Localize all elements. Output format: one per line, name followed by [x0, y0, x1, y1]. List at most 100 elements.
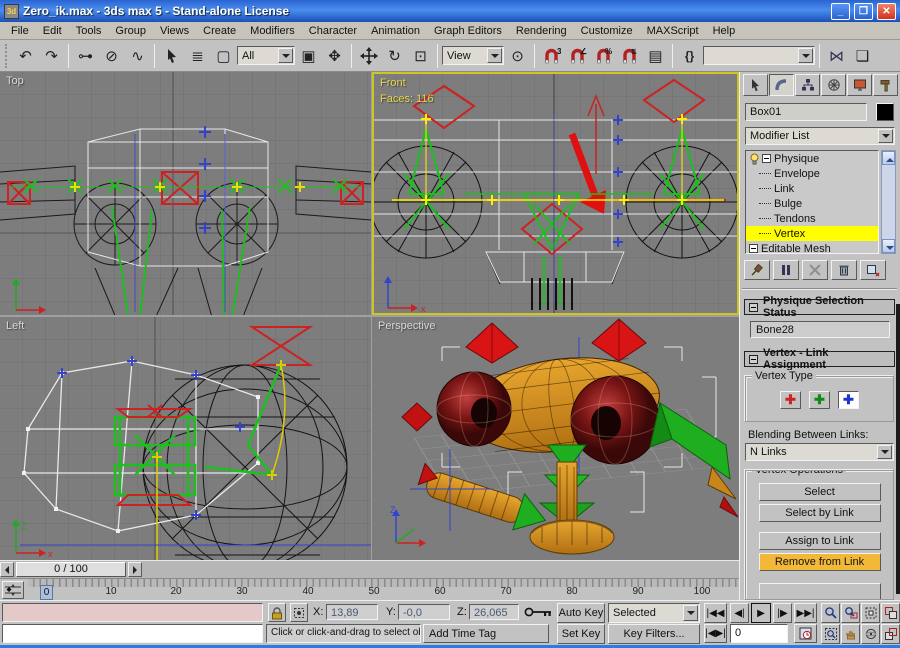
configure-modifier-sets-button[interactable]	[860, 260, 886, 280]
rollout-vertex-link-assignment[interactable]: Vertex - Link Assignment	[744, 351, 895, 367]
light-bulb-icon[interactable]	[749, 153, 760, 165]
selection-filter-dropdown[interactable]: All	[237, 46, 295, 65]
go-to-start-button[interactable]: |◀◀	[704, 603, 727, 623]
stack-item-physique[interactable]: Physique	[746, 151, 878, 166]
mirror-icon[interactable]: ⋈	[824, 43, 849, 69]
red-vertex-type-button[interactable]: ✚	[780, 391, 801, 409]
previous-frame-button[interactable]: ◀|	[730, 603, 749, 623]
spinner-snap-icon[interactable]: ⇅	[617, 43, 642, 69]
go-to-end-button[interactable]: ▶▶|	[794, 603, 817, 623]
menu-file[interactable]: File	[4, 24, 36, 38]
align-icon[interactable]: ❏	[850, 43, 875, 69]
viewport-top[interactable]: Top	[0, 72, 371, 315]
menu-rendering[interactable]: Rendering	[509, 24, 574, 38]
viewport-perspective-label[interactable]: Perspective	[378, 320, 435, 332]
percent-snap-icon[interactable]: %	[591, 43, 616, 69]
time-slider-next-icon[interactable]	[128, 562, 142, 577]
add-time-tag-button[interactable]: Add Time Tag	[423, 624, 549, 643]
green-vertex-type-button[interactable]: ✚	[809, 391, 830, 409]
viewport-top-canvas[interactable]	[0, 72, 371, 315]
use-center-icon[interactable]: ⊙	[505, 43, 530, 69]
remove-from-link-button[interactable]: Remove from Link	[759, 553, 881, 571]
min-max-toggle-button[interactable]	[881, 624, 900, 644]
viewport-front[interactable]: x Front Faces: 116	[372, 72, 739, 315]
viewport-left[interactable]: Z x Left	[0, 317, 371, 560]
viewport-front-label[interactable]: Front	[380, 77, 406, 89]
scroll-up-icon[interactable]	[882, 151, 895, 165]
menu-edit[interactable]: Edit	[36, 24, 69, 38]
menu-views[interactable]: Views	[153, 24, 196, 38]
zoom-all-button[interactable]	[841, 603, 860, 623]
scroll-down-icon[interactable]	[882, 239, 895, 253]
remove-modifier-button[interactable]	[831, 260, 857, 280]
window-crossing-icon[interactable]: ▣	[296, 43, 321, 69]
tab-motion[interactable]	[821, 74, 846, 96]
track-bar[interactable]: 0 10 20 30 40 50 60 70 80 90 100 0	[0, 578, 739, 600]
menu-animation[interactable]: Animation	[364, 24, 427, 38]
arc-rotate-button[interactable]	[861, 624, 880, 644]
show-end-result-button[interactable]	[773, 260, 799, 280]
tab-display[interactable]	[847, 74, 872, 96]
absolute-offset-toggle[interactable]	[290, 603, 308, 622]
mini-curve-editor-icon[interactable]	[2, 581, 24, 599]
viewport-left-label[interactable]: Left	[6, 320, 24, 332]
select-and-manipulate-icon[interactable]: ✥	[322, 43, 347, 69]
menu-create[interactable]: Create	[196, 24, 243, 38]
panel-scrollbar[interactable]	[896, 304, 900, 594]
z-coordinate-field[interactable]: 26,065	[469, 604, 519, 620]
stack-item-bulge[interactable]: Bulge	[746, 196, 878, 211]
dropdown-arrow-icon[interactable]	[877, 445, 892, 459]
dropdown-arrow-icon[interactable]	[278, 48, 293, 63]
dropdown-arrow-icon[interactable]	[487, 48, 502, 63]
snap-toggle-icon[interactable]: 3	[539, 43, 564, 69]
select-and-link-icon[interactable]: ⊶	[73, 43, 98, 69]
maxscript-mini-listener[interactable]	[2, 624, 263, 643]
zoom-extents-all-button[interactable]	[881, 603, 900, 623]
menu-help[interactable]: Help	[706, 24, 743, 38]
tab-utilities[interactable]	[873, 74, 898, 96]
pin-stack-button[interactable]	[744, 260, 770, 280]
viewport-top-label[interactable]: Top	[6, 75, 24, 87]
viewport-left-canvas[interactable]: Z x	[0, 317, 371, 560]
selection-set-dropdown[interactable]: Selected	[608, 603, 700, 623]
angle-snap-icon[interactable]: ∠	[565, 43, 590, 69]
select-button[interactable]: Select	[759, 483, 881, 501]
time-slider-thumb[interactable]: 0 / 100	[16, 562, 126, 577]
select-by-name-icon[interactable]: ≣	[185, 43, 210, 69]
track-bar-ruler[interactable]: 0 10 20 30 40 50 60 70 80 90 100	[28, 579, 739, 601]
close-button[interactable]: ✕	[877, 3, 896, 20]
x-coordinate-field[interactable]: 13,89	[326, 604, 378, 620]
dropdown-arrow-icon[interactable]	[683, 605, 698, 621]
tab-modify[interactable]	[769, 74, 794, 96]
unlink-selection-icon[interactable]: ⊘	[99, 43, 124, 69]
menu-character[interactable]: Character	[302, 24, 364, 38]
menu-group[interactable]: Group	[108, 24, 153, 38]
time-configuration-button[interactable]	[794, 624, 817, 643]
stack-item-envelope[interactable]: Envelope	[746, 166, 878, 181]
keyboard-override-box-icon[interactable]: ▤	[643, 43, 668, 69]
tab-hierarchy[interactable]	[795, 74, 820, 96]
key-mode-toggle[interactable]: |◀▶|	[704, 624, 727, 643]
collapse-rollout-icon[interactable]	[749, 303, 758, 312]
modifier-list-dropdown[interactable]: Modifier List	[745, 127, 895, 145]
object-name-field[interactable]: Box01	[745, 103, 867, 121]
stack-item-tendons[interactable]: Tendons	[746, 211, 878, 226]
stack-item-vertex-selected[interactable]: Vertex	[746, 226, 878, 241]
viewport-front-canvas[interactable]: x	[374, 74, 737, 313]
make-unique-button[interactable]	[802, 260, 828, 280]
menu-maxscript[interactable]: MAXScript	[640, 24, 706, 38]
key-filters-button[interactable]: Key Filters...	[608, 624, 700, 644]
bind-to-space-warp-icon[interactable]: ∿	[125, 43, 150, 69]
partially-visible-button[interactable]	[759, 583, 881, 600]
rollout-physique-selection-status[interactable]: Physique Selection Status	[744, 299, 895, 315]
selection-lock-toggle[interactable]	[268, 603, 286, 622]
selection-region-icon[interactable]: ▢	[211, 43, 236, 69]
blue-vertex-type-button[interactable]: ✚	[838, 391, 859, 409]
viewport-perspective-canvas[interactable]: Z	[372, 317, 739, 560]
object-color-swatch[interactable]	[876, 103, 894, 121]
blending-links-dropdown[interactable]: N Links	[745, 443, 894, 461]
stack-item-editable-mesh[interactable]: Editable Mesh	[746, 241, 878, 254]
redo-icon[interactable]: ↷	[39, 43, 64, 69]
undo-icon[interactable]: ↶	[13, 43, 38, 69]
auto-key-button[interactable]: Auto Key	[557, 603, 605, 623]
